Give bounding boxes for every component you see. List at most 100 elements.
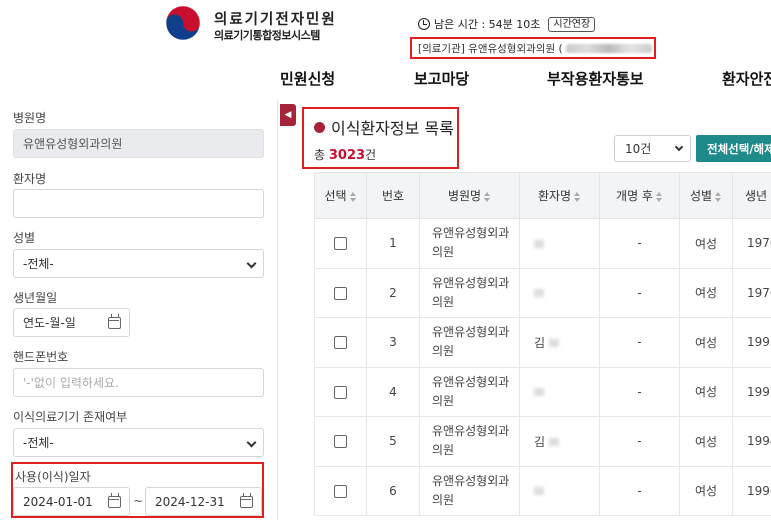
patient-table: 선택 번호 병원명 환자명 개명 후 성별 생년 1 유앤유성형외과의원 - 여성 1…	[314, 172, 771, 516]
clock-icon	[418, 18, 430, 30]
row-hospital: 유앤유성형외과의원	[419, 317, 520, 368]
row-checkbox[interactable]	[334, 484, 347, 498]
bullet-icon	[314, 122, 325, 133]
birth-date-input[interactable]: 연도-월-일	[13, 308, 130, 337]
row-select-cell	[314, 416, 367, 467]
column-header-patient-name[interactable]: 환자명	[519, 172, 600, 219]
row-renamed: -	[599, 218, 680, 269]
extend-session-button[interactable]: 시간연장	[548, 16, 596, 32]
organization-label: [의료기관] 유앤유성형외과의원 (	[418, 42, 563, 55]
table-row[interactable]: 2유앤유성형외과의원 -여성1976	[314, 267, 771, 318]
phone-input[interactable]: '-'없이 입력하세요.	[13, 368, 264, 397]
row-number: 2	[366, 267, 420, 318]
hospital-field: 유앤유성형외과의원	[13, 129, 264, 158]
row-patient-name[interactable]: 김	[519, 317, 600, 368]
nav-item-adverse-report[interactable]: 부작용환자통보	[547, 68, 644, 89]
column-header-select[interactable]: 선택	[314, 172, 367, 219]
column-label: 개명 후	[616, 189, 653, 203]
row-checkbox[interactable]	[334, 336, 347, 350]
row-checkbox[interactable]	[334, 237, 347, 251]
redacted-user-info	[565, 43, 652, 53]
redacted-name	[548, 339, 559, 348]
row-patient-name[interactable]: 김	[519, 416, 600, 467]
row-checkbox[interactable]	[334, 385, 347, 399]
count-prefix: 총	[314, 148, 329, 162]
page-size-select[interactable]: 10건	[614, 135, 691, 162]
column-header-birth[interactable]: 생년	[732, 172, 771, 219]
sort-icon[interactable]	[349, 191, 357, 202]
nav-item-patient-safety[interactable]: 환자안전	[722, 68, 771, 89]
column-label: 성별	[689, 189, 713, 203]
table-row[interactable]: 1유앤유성형외과의원 -여성1970	[314, 218, 771, 269]
row-gender: 여성	[679, 416, 733, 467]
patient-name-input[interactable]	[13, 189, 264, 218]
patient-name-text: 김	[534, 335, 546, 350]
redacted-name	[534, 289, 544, 298]
table-row[interactable]: 5유앤유성형외과의원 김 -여성1994	[314, 416, 771, 467]
row-birth: 1997	[732, 366, 771, 417]
row-select-cell	[314, 465, 367, 516]
row-checkbox[interactable]	[334, 286, 347, 300]
collapse-panel-button[interactable]: ◀	[280, 104, 296, 126]
row-birth: 1994	[732, 416, 771, 467]
device-exists-label: 이식의료기기 존재여부	[13, 410, 128, 424]
table-row[interactable]: 4유앤유성형외과의원 -여성1997	[314, 366, 771, 417]
use-date-to-value: 2024-12-31	[155, 494, 225, 509]
page-size-value: 10건	[625, 142, 652, 156]
site-logo-subtitle[interactable]: 의료기기통합정보시스템	[214, 27, 320, 43]
row-gender: 여성	[679, 465, 733, 516]
row-checkbox[interactable]	[334, 435, 347, 449]
search-filter-panel: 병원명 유앤유성형외과의원 환자명 성별 -전체- 생년월일 연도-월-일 핸드…	[0, 100, 278, 520]
gender-label: 성별	[13, 231, 36, 245]
redacted-name	[534, 388, 544, 397]
column-header-hospital[interactable]: 병원명	[419, 172, 520, 219]
chevron-down-icon	[674, 142, 684, 152]
row-number: 1	[366, 218, 420, 269]
row-patient-name[interactable]	[519, 465, 600, 516]
column-label: 병원명	[447, 189, 482, 203]
row-renamed: -	[599, 416, 680, 467]
calendar-icon[interactable]	[108, 493, 121, 508]
row-hospital: 유앤유성형외과의원	[419, 465, 520, 516]
hospital-label: 병원명	[13, 111, 47, 125]
date-range-separator: ~	[133, 494, 144, 508]
row-number: 4	[366, 366, 420, 417]
redacted-name	[534, 239, 544, 248]
gender-select[interactable]: -전체-	[13, 249, 264, 278]
government-emblem-icon[interactable]	[166, 6, 200, 40]
row-patient-name[interactable]	[519, 366, 600, 417]
total-count: 총 3023건	[314, 146, 376, 163]
calendar-icon[interactable]	[108, 314, 121, 329]
row-patient-name[interactable]	[519, 218, 600, 269]
phone-label: 핸드폰번호	[13, 350, 69, 364]
column-header-gender[interactable]: 성별	[679, 172, 733, 219]
table-row[interactable]: 3유앤유성형외과의원 김 -여성1995	[314, 317, 771, 368]
redacted-name	[534, 487, 544, 496]
nav-item-civil-application[interactable]: 민원신청	[280, 68, 335, 89]
birth-date-placeholder: 연도-월-일	[23, 316, 76, 330]
timer-label: 남은 시간 : 54분 10초	[434, 18, 541, 31]
sort-icon[interactable]	[715, 191, 722, 202]
header: 의료기기전자민원 의료기기통합정보시스템 남은 시간 : 54분 10초 시간연…	[0, 0, 771, 100]
row-birth: 1970	[732, 218, 771, 269]
nav-item-report[interactable]: 보고마당	[414, 68, 469, 89]
birth-date-label: 생년월일	[13, 291, 58, 305]
row-select-cell	[314, 317, 367, 368]
use-date-to-input[interactable]: 2024-12-31	[145, 487, 262, 516]
column-header-renamed[interactable]: 개명 후	[599, 172, 680, 219]
select-all-button[interactable]: 전체선택/해제	[696, 135, 771, 162]
table-row[interactable]: 6유앤유성형외과의원 -여성1996	[314, 465, 771, 516]
chevron-down-icon	[246, 437, 257, 448]
device-exists-value: -전체-	[23, 436, 54, 450]
device-exists-select[interactable]: -전체-	[13, 428, 264, 457]
site-logo-title[interactable]: 의료기기전자민원	[214, 8, 337, 29]
use-date-from-input[interactable]: 2024-01-01	[13, 487, 130, 516]
sort-icon[interactable]	[484, 191, 491, 202]
row-hospital: 유앤유성형외과의원	[419, 218, 520, 269]
sort-icon[interactable]	[655, 191, 663, 202]
sort-icon[interactable]	[574, 191, 581, 202]
row-patient-name[interactable]	[519, 267, 600, 318]
row-number: 3	[366, 317, 420, 368]
calendar-icon[interactable]	[240, 493, 253, 508]
main-nav: 민원신청 보고마당 부작용환자통보 환자안전	[0, 68, 771, 90]
